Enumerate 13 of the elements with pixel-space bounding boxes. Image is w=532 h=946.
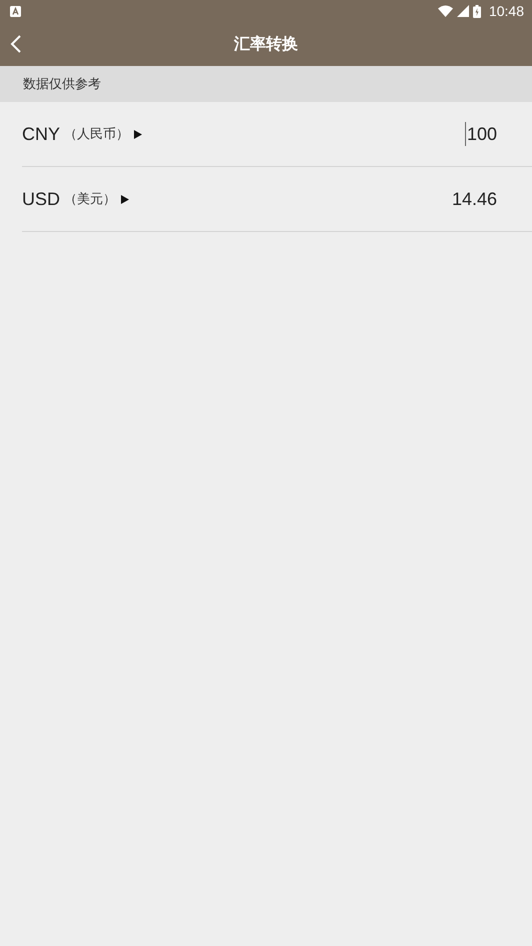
amount-field[interactable]: 14.46 (452, 184, 497, 214)
caret-icon (134, 130, 142, 138)
wifi-icon (438, 5, 453, 17)
amount-field[interactable]: 100 (464, 118, 497, 150)
currency-selector[interactable]: CNY （人民币） (22, 124, 142, 144)
notification-icon (10, 6, 21, 16)
currency-selector[interactable]: USD （美元） (22, 188, 130, 210)
page-title: 汇率转换 (234, 34, 298, 54)
signal-icon (456, 5, 469, 17)
caret-icon (121, 194, 130, 204)
status-time: 10:48 (488, 3, 524, 19)
notice-text: 数据仅供参考 (23, 75, 101, 93)
battery-icon (472, 4, 481, 18)
